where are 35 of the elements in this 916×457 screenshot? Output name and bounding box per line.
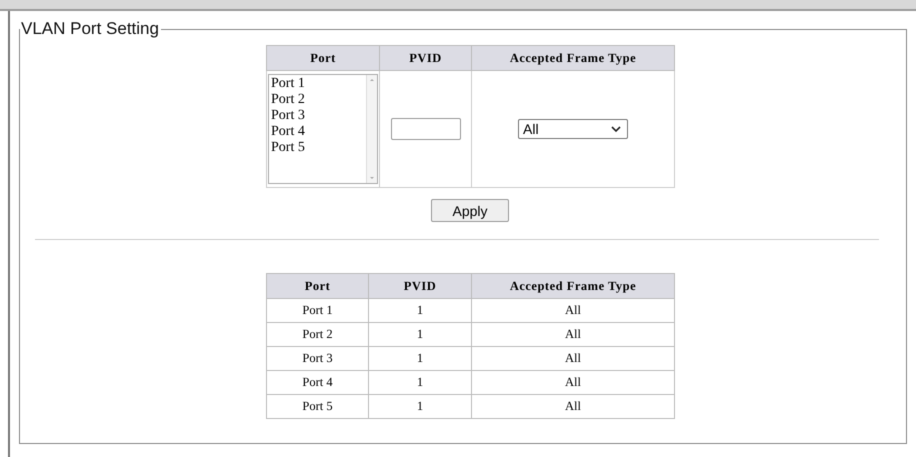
apply-button[interactable]: Apply: [431, 199, 509, 222]
table-cell: All: [472, 322, 674, 346]
table-cell: Port 4: [266, 370, 368, 394]
scroll-down-icon[interactable]: [368, 175, 376, 181]
table-cell: All: [472, 346, 674, 370]
table-cell: 1: [368, 346, 472, 370]
table-cell: All: [472, 298, 674, 322]
pvid-field[interactable]: [390, 118, 460, 140]
port-option[interactable]: Port 3: [271, 108, 366, 124]
table-cell: Port 3: [266, 346, 368, 370]
table-cell: 1: [368, 394, 472, 418]
table-cell: Port 2: [266, 322, 368, 346]
column-header: Port: [266, 46, 380, 70]
port-option[interactable]: Port 4: [271, 124, 366, 140]
port-option[interactable]: Port 2: [271, 92, 366, 108]
port-option[interactable]: Port 5: [271, 140, 366, 156]
frame-type-dropdown[interactable]: All: [518, 119, 628, 139]
column-header: Accepted Frame Type: [472, 46, 674, 70]
table-cell: 1: [368, 298, 472, 322]
group-title: VLAN Port Setting: [20, 19, 160, 39]
table-cell: 1: [368, 370, 472, 394]
table-cell: All: [472, 370, 674, 394]
column-header: PVID: [368, 274, 472, 298]
column-header: Port: [266, 274, 368, 298]
column-header: Accepted Frame Type: [472, 274, 674, 298]
port-list[interactable]: Port 1 Port 2 Port 3 Port 4 Port 5: [268, 74, 378, 184]
scrollbar[interactable]: [366, 75, 377, 183]
scroll-up-icon[interactable]: [368, 77, 376, 83]
chevron-down-icon: [610, 125, 622, 133]
table-cell: Port 5: [266, 394, 368, 418]
port-option[interactable]: Port 1: [271, 76, 366, 92]
column-header: PVID: [380, 46, 472, 70]
table-cell: 1: [368, 322, 472, 346]
table-cell: Port 1: [266, 298, 368, 322]
table-cell: All: [472, 394, 674, 418]
